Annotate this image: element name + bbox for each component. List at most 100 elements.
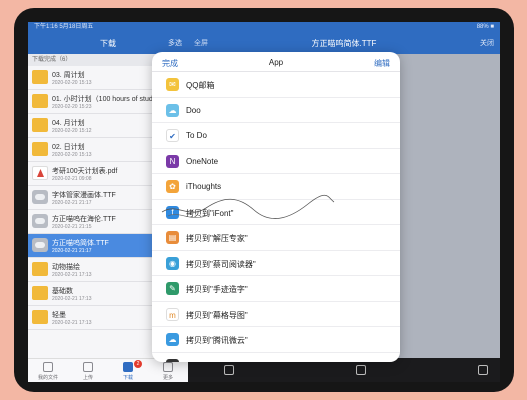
onenote-icon: N xyxy=(166,154,179,168)
unzip-icon: ▤ xyxy=(166,231,179,244)
app-row[interactable]: ▣ 拷贝到"网易 xyxy=(152,353,400,363)
folder-icon xyxy=(32,310,48,324)
app-row[interactable]: ▤ 拷贝到"解压专家" xyxy=(152,225,400,251)
app-label: 拷贝到"蔡司阅读器" xyxy=(186,259,256,269)
file-name: 考研100天计划表.pdf xyxy=(52,168,118,175)
file-date: 2020-02-21 09:08 xyxy=(52,176,92,182)
file-date: 2020-02-20 15:23 xyxy=(52,104,92,110)
file-name: 方正喵呜简体.TTF xyxy=(52,240,109,247)
app-row[interactable]: m 拷贝到"幕格导图" xyxy=(152,302,400,327)
tab-label: 下载 xyxy=(122,375,133,381)
share-sheet-header: 完成 App 编辑 xyxy=(152,52,400,72)
cloud-icon: ☁ xyxy=(166,103,179,117)
font-file-icon xyxy=(32,214,48,228)
font-file-icon xyxy=(32,238,48,252)
app-label: iThoughts xyxy=(186,182,222,191)
tab-icon xyxy=(43,362,53,372)
file-date: 2020-02-21 17:13 xyxy=(52,272,92,278)
left-nav-title: 下载 xyxy=(100,39,116,48)
share-sheet-title: App xyxy=(268,58,284,67)
handwriting-icon: ✎ xyxy=(166,282,179,295)
app-row[interactable]: N OneNote xyxy=(152,149,400,174)
file-date: 2020-02-21 21:17 xyxy=(52,200,92,206)
app-row[interactable]: ✎ 拷贝到"手迹造字" xyxy=(152,276,400,302)
check-icon: ✔ xyxy=(166,129,179,142)
app-label: 拷贝到"iFont" xyxy=(186,208,234,218)
file-name: 基础数 xyxy=(52,288,73,295)
file-date: 2020-02-20 15:13 xyxy=(52,80,92,86)
file-name: 字体管家漫画体.TTF xyxy=(52,192,116,199)
file-name: 02. 日计划 xyxy=(52,144,85,151)
file-date: 2020-02-20 15:13 xyxy=(52,152,92,158)
app-label: QQ邮箱 xyxy=(186,81,215,90)
tab-label: 更多 xyxy=(162,375,173,381)
reader-icon: ◉ xyxy=(166,256,179,270)
app-label: 拷贝到"手迹造字" xyxy=(186,285,248,294)
ithoughts-icon: ✿ xyxy=(166,180,179,193)
app-label: 拷贝到"网易 xyxy=(186,361,229,363)
folder-icon xyxy=(32,262,48,276)
folder-icon xyxy=(32,118,48,132)
app-row[interactable]: ✉ QQ邮箱 xyxy=(152,72,400,98)
file-date: 2020-02-21 21:15 xyxy=(52,224,92,230)
file-date: 2020-02-20 15:12 xyxy=(52,128,92,134)
tab-item[interactable]: 下载 2 xyxy=(108,359,148,382)
tab-item[interactable]: 我的文件 xyxy=(28,359,68,382)
trash-icon[interactable] xyxy=(478,365,488,375)
app-label: 拷贝到"解压专家" xyxy=(186,234,248,243)
close-button[interactable]: 关闭 xyxy=(480,38,494,48)
file-date: 2020-02-21 21:17 xyxy=(52,248,92,254)
share-icon[interactable] xyxy=(356,365,366,375)
left-navbar: 下载 多选 xyxy=(28,32,188,54)
mindmap-icon: m xyxy=(166,307,179,321)
file-date: 2020-02-21 17:13 xyxy=(52,296,92,302)
tab-item[interactable]: 上传 xyxy=(68,359,108,382)
tab-label: 上传 xyxy=(82,375,93,381)
file-name: 03. 周计划 xyxy=(52,72,85,79)
preview-title: 方正喵呜简体.TTF xyxy=(311,39,377,48)
tab-label: 我的文件 xyxy=(37,375,58,381)
font-file-icon xyxy=(32,190,48,204)
app-list: ✉ QQ邮箱 ☁ Doo ✔ To Do N OneNote ✿ iThoughts f 拷贝到"iF… xyxy=(152,72,400,362)
screen: 下午1:16 5月18日周五 88% ■ 下载 多选 下载完成（6） 03. 周… xyxy=(28,22,500,382)
file-name: 方正喵呜在海伦.TTF xyxy=(52,216,116,223)
app-row[interactable]: ✔ To Do xyxy=(152,123,400,149)
file-name: 轻墨 xyxy=(52,312,66,319)
file-name: 04. 月计划 xyxy=(52,120,85,127)
ifont-icon: f xyxy=(166,205,179,219)
tab-icon xyxy=(123,362,133,372)
pdf-icon xyxy=(32,166,48,180)
app-row[interactable]: ✿ iThoughts xyxy=(152,174,400,200)
app-row[interactable]: ☁ Doo xyxy=(152,98,400,123)
ipad-frame: 下午1:16 5月18日周五 88% ■ 下载 多选 下载完成（6） 03. 周… xyxy=(14,8,514,392)
app-label: 拷贝到"幕格导图" xyxy=(186,310,248,320)
file-name: 动物描绘 xyxy=(52,264,80,271)
tab-badge: 2 xyxy=(134,360,142,368)
app-label: Doo xyxy=(186,105,201,115)
share-sheet: 完成 App 编辑 ✉ QQ邮箱 ☁ Doo ✔ To Do N OneNote ✿ iThoug… xyxy=(152,52,400,362)
app-label: 拷贝到"腾讯微云" xyxy=(186,336,248,345)
netease-icon: ▣ xyxy=(166,358,179,362)
folder-icon xyxy=(32,142,48,156)
file-name: 01. 小时计划（100 hours of study） xyxy=(52,96,164,103)
app-row[interactable]: f 拷贝到"iFont" xyxy=(152,200,400,225)
app-row[interactable]: ☁ 拷贝到"腾讯微云" xyxy=(152,327,400,353)
file-date: 2020-02-21 17:13 xyxy=(52,320,92,326)
folder-icon xyxy=(32,94,48,108)
multiselect-button[interactable]: 多选 xyxy=(168,38,182,48)
status-bar: 下午1:16 5月18日周五 88% ■ xyxy=(28,22,500,32)
app-label: To Do xyxy=(186,131,207,140)
status-time: 下午1:16 5月18日周五 xyxy=(34,24,94,30)
app-label: OneNote xyxy=(186,156,219,166)
mail-icon: ✉ xyxy=(166,78,179,91)
copy-icon[interactable] xyxy=(224,365,234,375)
tab-icon xyxy=(163,362,173,372)
status-battery: 88% ■ xyxy=(476,24,494,30)
edit-button[interactable]: 编辑 xyxy=(374,58,390,69)
folder-icon xyxy=(32,70,48,84)
tab-item[interactable]: 更多 xyxy=(148,359,188,382)
weiyun-icon: ☁ xyxy=(166,333,179,346)
app-row[interactable]: ◉ 拷贝到"蔡司阅读器" xyxy=(152,251,400,276)
folder-icon xyxy=(32,286,48,300)
tab-icon xyxy=(83,362,93,372)
